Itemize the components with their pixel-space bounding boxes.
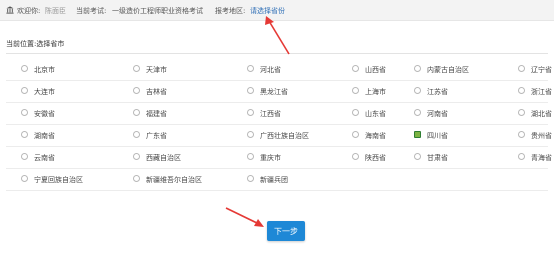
province-label[interactable]: 广西壮族自治区 (260, 131, 309, 141)
building-icon (6, 6, 14, 14)
welcome-label: 欢迎你: (17, 7, 41, 15)
province-row: 云南省 西藏自治区 重庆市 陕西省 甘肃省 青海省 (6, 146, 552, 169)
province-row: 宁夏回族自治区 新疆维吾尔自治区 新疆兵团 (6, 168, 548, 191)
breadcrumb: 当前位置:选择省市 (6, 39, 64, 49)
breadcrumb-label: 当前位置: (6, 40, 37, 48)
province-radio[interactable] (133, 65, 140, 72)
province-label[interactable]: 西藏自治区 (146, 153, 181, 163)
province-label[interactable]: 山东省 (365, 109, 386, 119)
province-label[interactable]: 山西省 (365, 65, 386, 75)
province-radio[interactable] (352, 109, 359, 116)
province-label[interactable]: 辽宁省 (531, 65, 552, 75)
province-label[interactable]: 河北省 (260, 65, 281, 75)
province-radio[interactable] (133, 109, 140, 116)
province-radio[interactable] (133, 175, 140, 182)
province-radio[interactable] (518, 109, 525, 116)
province-radio[interactable] (518, 153, 525, 160)
province-row: 大连市 吉林省 黑龙江省 上海市 江苏省 浙江省 (6, 80, 552, 103)
province-radio[interactable] (21, 175, 28, 182)
province-radio[interactable] (414, 87, 421, 94)
province-label[interactable]: 江苏省 (427, 87, 448, 97)
province-label[interactable]: 宁夏回族自治区 (34, 175, 83, 185)
province-label[interactable]: 云南省 (34, 153, 55, 163)
province-radio[interactable] (21, 153, 28, 160)
region-label: 报考地区: (215, 7, 246, 15)
province-radio[interactable] (414, 65, 421, 72)
province-radio[interactable] (21, 87, 28, 94)
province-label[interactable]: 河南省 (427, 109, 448, 119)
province-label[interactable]: 浙江省 (531, 87, 552, 97)
province-radio[interactable] (21, 131, 28, 138)
province-label[interactable]: 吉林省 (146, 87, 167, 97)
province-radio[interactable] (21, 65, 28, 72)
province-label[interactable]: 广东省 (146, 131, 167, 141)
province-label[interactable]: 福建省 (146, 109, 167, 119)
province-radio[interactable] (133, 153, 140, 160)
province-radio[interactable] (247, 87, 254, 94)
province-label[interactable]: 四川省 (427, 131, 448, 141)
province-radio[interactable] (414, 131, 421, 138)
province-radio[interactable] (352, 65, 359, 72)
province-radio[interactable] (247, 65, 254, 72)
next-step-button[interactable]: 下一步 (267, 221, 305, 241)
province-label[interactable]: 贵州省 (531, 131, 552, 141)
province-label[interactable]: 新疆兵团 (260, 175, 288, 185)
arrow-to-next-button-icon (225, 207, 264, 227)
province-label[interactable]: 北京市 (34, 65, 55, 75)
province-row: 安徽省 福建省 江西省 山东省 河南省 湖北省 (6, 102, 552, 125)
divider (6, 53, 548, 54)
province-radio[interactable] (352, 153, 359, 160)
province-label[interactable]: 重庆市 (260, 153, 281, 163)
province-row: 湖南省 广东省 广西壮族自治区 海南省 四川省 贵州省 (6, 124, 552, 147)
province-radio[interactable] (518, 131, 525, 138)
province-radio[interactable] (352, 87, 359, 94)
province-radio[interactable] (247, 153, 254, 160)
province-label[interactable]: 天津市 (146, 65, 167, 75)
province-radio[interactable] (414, 109, 421, 116)
username: 陈面臣 (45, 7, 66, 15)
province-radio[interactable] (247, 131, 254, 138)
province-label[interactable]: 上海市 (365, 87, 386, 97)
province-label[interactable]: 湖北省 (531, 109, 552, 119)
province-radio[interactable] (133, 87, 140, 94)
province-label[interactable]: 黑龙江省 (260, 87, 288, 97)
province-label[interactable]: 青海省 (531, 153, 552, 163)
province-label[interactable]: 大连市 (34, 87, 55, 97)
province-label[interactable]: 海南省 (365, 131, 386, 141)
top-header-bar: 欢迎你: 陈面臣 当前考试: 一级造价工程师职业资格考试 报考地区: 请选择省份 (0, 0, 554, 21)
province-radio[interactable] (518, 87, 525, 94)
province-label[interactable]: 江西省 (260, 109, 281, 119)
province-radio[interactable] (518, 65, 525, 72)
exam-label: 当前考试: (76, 7, 107, 15)
province-label[interactable]: 安徽省 (34, 109, 55, 119)
exam-name: 一级造价工程师职业资格考试 (112, 7, 203, 15)
province-label[interactable]: 湖南省 (34, 131, 55, 141)
province-radio[interactable] (247, 175, 254, 182)
province-label[interactable]: 甘肃省 (427, 153, 448, 163)
province-radio[interactable] (352, 131, 359, 138)
province-label[interactable]: 内蒙古自治区 (427, 65, 469, 75)
province-label[interactable]: 新疆维吾尔自治区 (146, 175, 202, 185)
province-radio[interactable] (414, 153, 421, 160)
province-radio[interactable] (247, 109, 254, 116)
province-row: 北京市 天津市 河北省 山西省 内蒙古自治区 辽宁省 (6, 58, 552, 81)
province-radio[interactable] (21, 109, 28, 116)
breadcrumb-value: 选择省市 (36, 40, 65, 48)
province-radio[interactable] (133, 131, 140, 138)
province-label[interactable]: 陕西省 (365, 153, 386, 163)
arrow-to-region-icon (265, 16, 290, 55)
region-value-link[interactable]: 请选择省份 (250, 6, 285, 16)
